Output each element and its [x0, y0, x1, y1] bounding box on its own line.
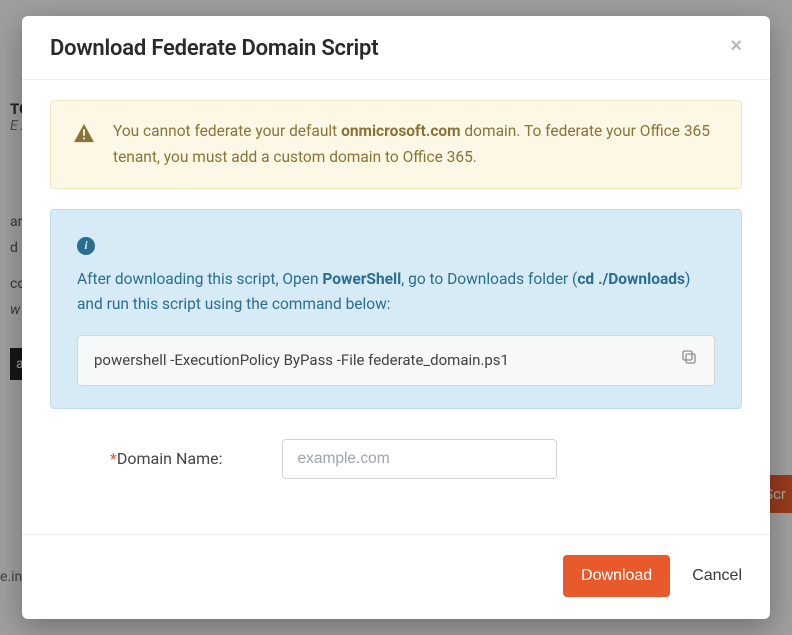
required-asterisk: *	[110, 449, 117, 468]
modal-footer: Download Cancel	[22, 534, 770, 619]
download-script-modal: Download Federate Domain Script × You ca…	[22, 16, 770, 619]
modal-header: Download Federate Domain Script ×	[22, 16, 770, 80]
domain-name-input[interactable]	[282, 439, 557, 479]
info-icon: i	[77, 237, 95, 255]
info-text: After downloading this script, Open Powe…	[77, 267, 715, 317]
warning-icon	[73, 123, 95, 152]
copy-icon[interactable]	[680, 348, 698, 373]
close-icon[interactable]: ×	[730, 36, 742, 56]
info-icon-row: i	[77, 232, 715, 257]
domain-name-label: *Domain Name:	[110, 449, 222, 468]
command-box: powershell -ExecutionPolicy ByPass -File…	[77, 335, 715, 386]
domain-name-row: *Domain Name:	[50, 439, 742, 479]
cancel-button[interactable]: Cancel	[692, 567, 742, 585]
modal-body: You cannot federate your default onmicro…	[22, 80, 770, 534]
download-button[interactable]: Download	[563, 555, 670, 597]
warning-alert: You cannot federate your default onmicro…	[50, 100, 742, 189]
modal-title: Download Federate Domain Script	[50, 36, 378, 61]
command-text: powershell -ExecutionPolicy ByPass -File…	[94, 348, 509, 372]
warning-text: You cannot federate your default onmicro…	[113, 119, 719, 170]
info-alert: i After downloading this script, Open Po…	[50, 209, 742, 408]
